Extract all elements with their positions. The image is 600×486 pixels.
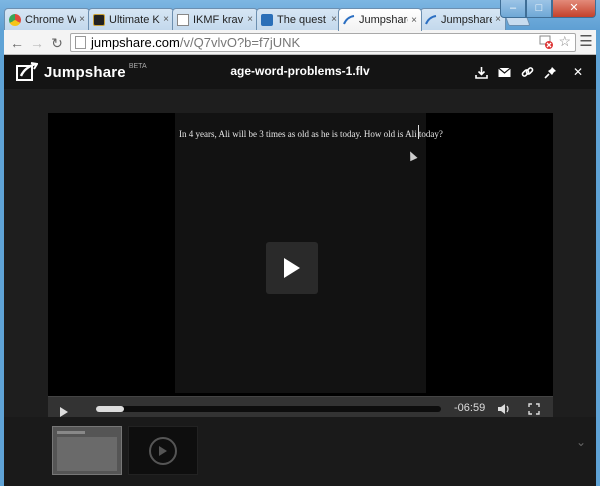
tab-label: Jumpshare (441, 13, 493, 26)
trello-icon (261, 13, 273, 26)
window-close-button[interactable]: ✕ (552, 0, 596, 18)
address-bar[interactable]: jumpshare.com/v/Q7vlvO?b=f7jUNK ☆ (70, 33, 576, 52)
maximize-button[interactable]: □ (526, 0, 552, 18)
time-remaining: -06:59 (454, 402, 486, 414)
tab-label: The quest (277, 13, 326, 26)
page-icon (177, 13, 189, 26)
play-icon (149, 437, 177, 465)
window-controls: – □ ✕ (500, 0, 596, 18)
thumbnail-detail (57, 431, 85, 434)
play-icon (60, 407, 68, 417)
browser-window: Chrome W × Ultimate K × IKMF krav × The … (0, 0, 600, 486)
tab-ultimate[interactable]: Ultimate K × (88, 8, 174, 30)
jumpshare-icon (343, 14, 355, 26)
chrome-icon (9, 13, 21, 26)
tab-quest[interactable]: The quest × (256, 8, 342, 30)
play-icon (284, 258, 300, 278)
tab-close-icon[interactable]: × (79, 14, 85, 25)
header-actions: ✕ (466, 64, 586, 80)
tab-close-icon[interactable]: × (331, 14, 337, 25)
download-icon[interactable] (473, 64, 489, 80)
tab-chrome[interactable]: Chrome W × (4, 8, 90, 30)
thumbnail-screenshot[interactable] (52, 426, 122, 475)
url-path: /v/Q7vlvO?b=f7jUNK (179, 35, 301, 50)
back-icon[interactable]: ← (8, 34, 26, 52)
menu-icon[interactable]: ☰ (578, 34, 594, 50)
forward-icon[interactable]: → (28, 34, 46, 52)
tab-ikmf[interactable]: IKMF krav × (172, 8, 258, 30)
tab-label: Jumpshare (359, 14, 409, 26)
tab-label: Ultimate K (109, 13, 160, 26)
jumpshare-viewer: Jumpshare BETA age-word-problems-1.flv ✕ (4, 55, 596, 486)
url-host: jumpshare.com (91, 35, 180, 50)
pin-icon[interactable] (542, 64, 558, 80)
video-player[interactable]: In 4 years, Ali will be 3 times as old a… (48, 113, 553, 420)
thumbnail-strip: ⌄ (4, 417, 596, 486)
minimize-button[interactable]: – (500, 0, 526, 18)
tab-close-icon[interactable]: × (163, 14, 169, 25)
tab-label: Chrome W (25, 13, 77, 26)
thumbnail-video[interactable] (128, 426, 198, 475)
link-icon[interactable] (519, 64, 535, 80)
big-play-button[interactable] (266, 242, 318, 294)
text-cursor-icon (418, 125, 420, 139)
jumpshare-icon (425, 14, 437, 26)
page-icon (75, 36, 86, 49)
browser-toolbar: ← → ↻ jumpshare.com/v/Q7vlvO?b=f7jUNK ☆ … (4, 30, 596, 55)
bookmark-star-icon[interactable]: ☆ (558, 33, 571, 50)
email-icon[interactable] (496, 64, 512, 80)
tab-close-icon[interactable]: × (411, 15, 417, 26)
expand-chevron-icon[interactable]: ⌄ (576, 435, 586, 449)
tab-strip: Chrome W × Ultimate K × IKMF krav × The … (0, 0, 600, 31)
tab-jumpshare[interactable]: Jumpshare × (420, 8, 506, 30)
reload-icon[interactable]: ↻ (48, 34, 66, 52)
viewer-header: Jumpshare BETA age-word-problems-1.flv ✕ (4, 55, 596, 89)
seek-progress (96, 406, 124, 412)
video-caption: In 4 years, Ali will be 3 times as old a… (179, 129, 443, 139)
seek-bar[interactable] (96, 406, 441, 412)
tab-close-icon[interactable]: × (247, 14, 253, 25)
tab-jumpshare-active[interactable]: Jumpshare × (338, 8, 422, 31)
thumbnail-detail (57, 437, 117, 471)
blocked-content-icon[interactable] (539, 35, 553, 49)
ultimate-icon (93, 13, 105, 26)
tab-label: IKMF krav (193, 13, 244, 26)
close-icon[interactable]: ✕ (570, 64, 586, 80)
mouse-pointer-icon (406, 149, 418, 162)
